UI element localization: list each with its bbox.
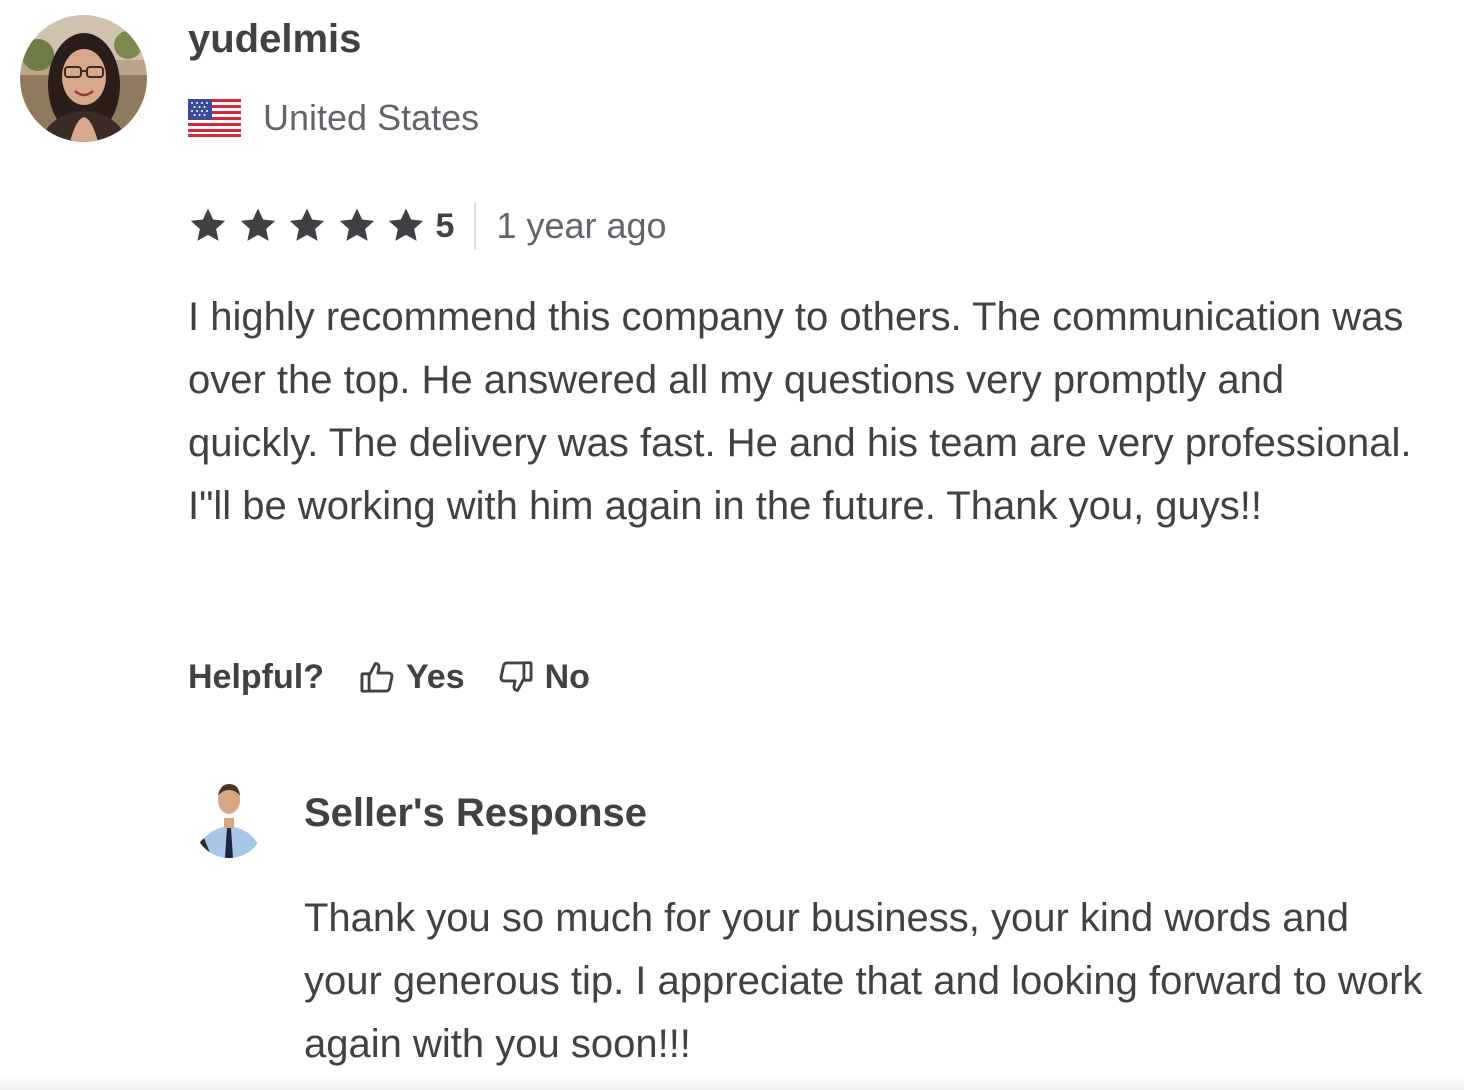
reviewer-username[interactable]: yudelmis — [188, 14, 361, 64]
reviewer-avatar[interactable] — [20, 15, 147, 142]
star-icon — [388, 208, 424, 241]
star-icon — [289, 208, 325, 241]
helpful-row: Helpful? Yes No — [188, 652, 590, 702]
seller-response-title: Seller's Response — [304, 791, 648, 835]
helpful-yes-label: Yes — [405, 657, 465, 696]
rating-divider — [474, 203, 477, 249]
review-card: yudelmis United States 5 1 year ago I hi… — [0, 0, 1464, 1090]
helpful-yes-button[interactable]: Yes — [358, 658, 465, 697]
rating-row: 5 1 year ago — [188, 200, 667, 252]
thumbs-down-icon — [499, 661, 533, 692]
us-flag-icon — [188, 99, 241, 137]
star-icon — [190, 208, 226, 241]
helpful-no-button[interactable]: No — [497, 658, 590, 697]
reviewer-country: United States — [188, 96, 479, 140]
country-name: United States — [263, 97, 480, 138]
bottom-divider — [0, 1076, 1464, 1090]
review-text: I highly recommend this company to other… — [188, 295, 1412, 528]
star-icon — [240, 208, 275, 241]
helpful-label: Helpful? — [188, 657, 324, 696]
thumbs-up-icon — [360, 662, 394, 693]
review-time-ago: 1 year ago — [496, 205, 667, 246]
seller-avatar — [192, 778, 266, 858]
seller-response-text: Thank you so much for your business, you… — [304, 896, 1423, 1066]
helpful-no-label: No — [544, 657, 590, 696]
star-icon — [339, 208, 374, 241]
rating-value: 5 — [435, 207, 455, 245]
star-rating — [188, 206, 436, 246]
